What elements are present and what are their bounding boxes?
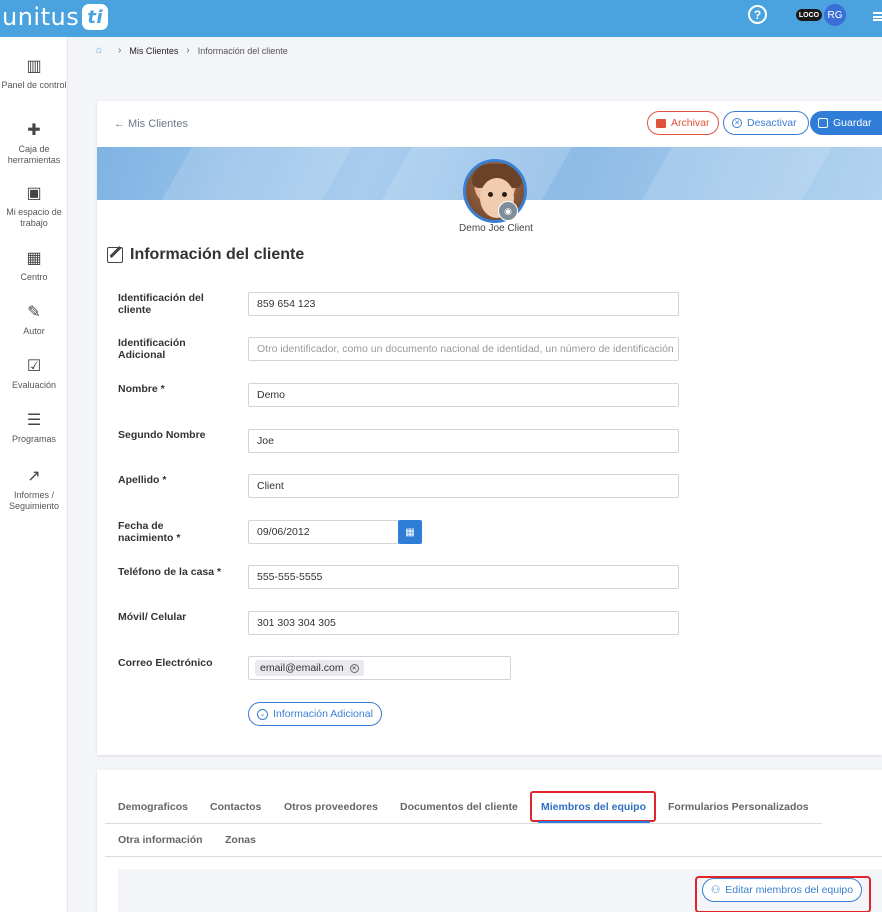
sidebar-item-label: Mi espacio de trabajo bbox=[6, 207, 62, 228]
briefcase-icon: ▣ bbox=[26, 185, 42, 202]
logo-mark: ti bbox=[82, 4, 109, 30]
sidebar-item-workspace[interactable]: ▣ Mi espacio de trabajo bbox=[0, 184, 68, 229]
tab-custom-forms[interactable]: Formularios Personalizados bbox=[668, 801, 809, 813]
home-phone-input[interactable]: 555-555-5555 bbox=[248, 565, 679, 589]
chevron-right-icon: › bbox=[118, 45, 122, 56]
sidebar-item-label: Autor bbox=[23, 326, 45, 336]
tab-divider bbox=[105, 856, 882, 857]
middle-name-input[interactable]: Joe bbox=[248, 429, 679, 453]
cancel-circle-icon: ✕ bbox=[732, 118, 742, 128]
sidebar-item-label: Programas bbox=[11, 434, 56, 444]
sidebar-item-label: Evaluación bbox=[11, 380, 57, 390]
tab-other-providers[interactable]: Otros proveedores bbox=[284, 801, 378, 813]
author-icon: ✎ bbox=[27, 304, 41, 321]
back-link[interactable]: ← Mis Clientes bbox=[114, 118, 188, 130]
email-field[interactable]: email@email.com ✕ bbox=[248, 656, 511, 680]
sidebar-item-center[interactable]: ▦ Centro bbox=[0, 249, 68, 283]
tab-other-info[interactable]: Otra información bbox=[118, 834, 203, 846]
sidebar-item-programs[interactable]: ☰ Programas bbox=[0, 411, 68, 445]
additional-info-button[interactable]: ⌄ Información Adicional bbox=[248, 702, 382, 726]
sidebar-item-evaluation[interactable]: ☑ Evaluación bbox=[0, 357, 68, 391]
sidebar-item-toolbox[interactable]: ✚ Caja de herramientas bbox=[0, 121, 68, 166]
additional-id-label: Identificación Adicional bbox=[118, 337, 186, 361]
sidebar-item-label: Centro bbox=[20, 272, 48, 282]
birthdate-input[interactable]: 09/06/2012 bbox=[248, 520, 399, 544]
birthdate-label: Fecha de nacimiento * bbox=[118, 520, 181, 544]
save-button[interactable]: Guardar bbox=[810, 111, 882, 135]
building-icon: ▦ bbox=[26, 250, 42, 267]
email-chip: email@email.com ✕ bbox=[255, 660, 364, 676]
app-logo[interactable]: unitus ti bbox=[2, 2, 109, 32]
first-name-input[interactable]: Demo bbox=[248, 383, 679, 407]
tab-contacts[interactable]: Contactos bbox=[210, 801, 261, 813]
tabs-card: Demograficos Contactos Otros proveedores… bbox=[97, 770, 882, 912]
middle-name-label: Segundo Nombre bbox=[118, 429, 206, 441]
logo-text: unitus bbox=[2, 3, 80, 31]
client-id-label: Identificación del cliente bbox=[118, 292, 204, 316]
sidebar-item-label: Informes / Seguimiento bbox=[8, 490, 60, 511]
mobile-input[interactable]: 301 303 304 305 bbox=[248, 611, 679, 635]
archive-label: Archivar bbox=[671, 117, 710, 129]
breadcrumb-my-clients[interactable]: Mis Clientes bbox=[129, 46, 178, 56]
remove-email-icon[interactable]: ✕ bbox=[349, 663, 359, 673]
tab-divider bbox=[105, 823, 822, 824]
help-icon[interactable]: ? bbox=[748, 5, 767, 24]
tab-zones[interactable]: Zonas bbox=[225, 834, 256, 846]
hamburger-menu-icon[interactable] bbox=[873, 12, 882, 21]
mobile-label: Móvil/ Celular bbox=[118, 611, 187, 623]
email-label: Correo Electrónico bbox=[118, 657, 213, 669]
checkbox-icon: ☑ bbox=[26, 358, 42, 375]
last-name-input[interactable]: Client bbox=[248, 474, 679, 498]
tab-client-documents[interactable]: Documentos del cliente bbox=[400, 801, 518, 813]
sidebar-item-reports[interactable]: ↗ Informes / Seguimiento bbox=[0, 467, 68, 512]
highlight-box bbox=[530, 791, 656, 822]
save-icon bbox=[818, 118, 828, 128]
save-label: Guardar bbox=[833, 117, 872, 129]
tab-demographics[interactable]: Demograficos bbox=[118, 801, 188, 813]
sidebar: ▥ Panel de control ✚ Caja de herramienta… bbox=[0, 37, 68, 912]
bar-chart-icon: ▥ bbox=[26, 58, 42, 75]
chevron-down-icon: ⌄ bbox=[257, 708, 269, 720]
client-info-card: ← Mis Clientes Archivar ✕ Desactivar Gua… bbox=[97, 101, 882, 755]
archive-icon bbox=[656, 118, 666, 128]
camera-icon[interactable]: ◉ bbox=[498, 201, 518, 221]
document-icon: ☰ bbox=[26, 412, 42, 429]
section-title: Información del cliente bbox=[107, 246, 304, 264]
puzzle-icon: ✚ bbox=[27, 122, 41, 139]
client-id-input[interactable]: 859 654 123 bbox=[248, 292, 679, 316]
deactivate-button[interactable]: ✕ Desactivar bbox=[723, 111, 809, 135]
chevron-right-icon: › bbox=[186, 45, 190, 56]
breadcrumb: ⌂ › Mis Clientes › Información del clien… bbox=[96, 45, 288, 56]
loco-icon[interactable]: LOCO bbox=[796, 9, 822, 21]
home-icon[interactable]: ⌂ bbox=[96, 45, 102, 56]
client-display-name: Demo Joe Client bbox=[459, 223, 533, 234]
sidebar-item-label: Panel de control bbox=[1, 80, 67, 90]
sidebar-item-author[interactable]: ✎ Autor bbox=[0, 303, 68, 337]
deactivate-label: Desactivar bbox=[747, 117, 797, 129]
edit-icon bbox=[107, 247, 123, 263]
breadcrumb-current: Información del cliente bbox=[197, 45, 288, 56]
top-bar: unitus ti ? LOCO RG bbox=[0, 0, 882, 37]
archive-button[interactable]: Archivar bbox=[647, 111, 719, 135]
first-name-label: Nombre * bbox=[118, 383, 165, 395]
trend-icon: ↗ bbox=[27, 468, 41, 485]
highlight-box bbox=[695, 876, 871, 912]
sidebar-item-label: Caja de herramientas bbox=[7, 144, 61, 165]
last-name-label: Apellido * bbox=[118, 474, 167, 486]
user-avatar[interactable]: RG bbox=[824, 4, 846, 26]
additional-id-input[interactable]: Otro identificador, como un documento na… bbox=[248, 337, 679, 361]
home-phone-label: Teléfono de la casa * bbox=[118, 566, 222, 578]
sidebar-item-dashboard[interactable]: ▥ Panel de control bbox=[0, 57, 68, 91]
calendar-icon[interactable]: ▦ bbox=[398, 520, 422, 544]
